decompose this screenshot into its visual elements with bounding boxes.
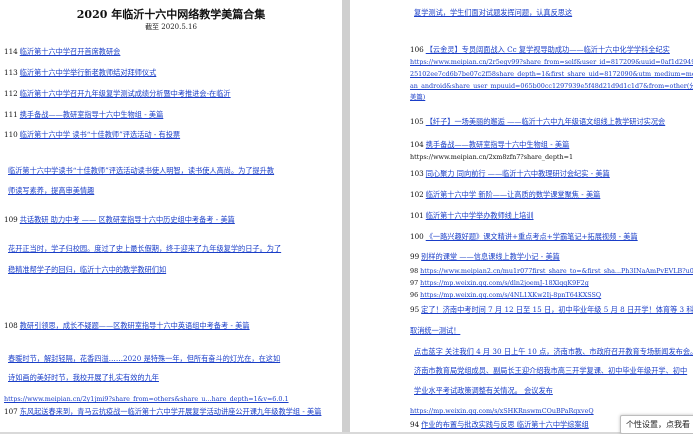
list-item-excerpt[interactable]: 济南市教育局党组成员、副局长王迎介绍我市高三开学复课、初中毕业年级开学、初中 xyxy=(414,366,687,376)
list-item-excerpt[interactable]: 复学测试，学生们面对试题发挥问题，认真反思这 xyxy=(414,8,572,18)
list-item[interactable]: 109 共话教研 助力中考 —— 区教研室指导十六中历史组中考备考 - 美篇 xyxy=(4,215,235,225)
list-item[interactable]: 104 携手备战——教研室指导十六中生物组 - 美篇 xyxy=(410,140,569,150)
item-link[interactable]: 《一路兴趣好题》课文精讲+重点考点+学霸笔记+拓展视频 - 美篇 xyxy=(426,232,638,241)
item-link[interactable]: 同心聚力 同向前行 ——临沂十六中教理研讨会纪实 - 美篇 xyxy=(426,169,610,178)
item-url[interactable]: 美篇) xyxy=(410,92,425,102)
list-item[interactable]: 106 【云金灵】专员阔面战入 Cc 复学视导助成功——临沂十六中化学学科全纪实 xyxy=(410,45,670,55)
item-link[interactable]: 临沂第十六中学 新阶——让高质的数学课堂聚焦 - 美篇 xyxy=(426,190,601,199)
item-link[interactable]: 携手备战——教研室指导十六中生物组 - 美篇 xyxy=(20,110,164,119)
document-page-right: 复学测试，学生们面对试题发挥问题，认真反思这 106 【云金灵】专员阔面战入 Cc… xyxy=(350,0,693,432)
list-item-excerpt[interactable]: 取消统一测试！ xyxy=(410,326,460,336)
list-item[interactable]: 97 https://mp.weixin.qq.com/s/dln2joemJ-1… xyxy=(410,278,589,288)
list-item[interactable]: 96 https://mp.weixin.qq.com/s/4NL1XKw2Ij-… xyxy=(410,290,601,300)
item-link[interactable]: 定了！济南中考时间 7 月 12 日至 15 日，初中毕业年级 5 月 8 日开… xyxy=(421,305,693,314)
item-link[interactable]: 教研引领思，成长不疑题——区教研室指导十六中英语组中考备考 - 美篇 xyxy=(20,321,250,330)
list-item-excerpt[interactable]: 点击蓝字 关注我们 4 月 30 日上午 10 点，济南市教、市政府召开教育专场… xyxy=(414,347,693,357)
item-link[interactable]: 临沂第十六中学召开九年级复学测试成绩分析暨中考推进会-在临沂 xyxy=(20,89,231,98)
item-link[interactable]: 作业的布置与批改实践与反思 临沂第十六中学综案组 xyxy=(421,420,589,429)
document-title: 2020 年临沂十六中网络教学美篇合集 xyxy=(76,8,266,21)
item-url[interactable]: an_android&share_user_mpuuid=065b00cc129… xyxy=(410,81,693,91)
list-item[interactable]: 107 东风起送春来到，青马云抗疫战一临沂第十六中学开展复学活动讲座公开课九年级教… xyxy=(4,407,321,417)
list-item[interactable]: 100 《一路兴趣好题》课文精讲+重点考点+学霸笔记+拓展视频 - 美篇 xyxy=(410,232,638,242)
list-item[interactable]: 111 携手备战——教研室指导十六中生物组 - 美篇 xyxy=(4,110,163,120)
item-url[interactable]: https://mp.weixin.qq.com/s/xSHKRnswmCOuB… xyxy=(410,406,594,416)
list-item-excerpt[interactable]: 花开正当时，学子归校园。度过了史上最长假期，终于迎来了九年级复学的日子。为了 xyxy=(8,244,281,254)
list-item-excerpt[interactable]: 春暖时节，解封轻隔，花香四溢……2020 是特殊一年，但所有奋斗的灯光在，在这如 xyxy=(8,354,280,364)
item-link[interactable]: 【云金灵】专员阔面战入 Cc 复学视导助成功——临沂十六中化学学科全纪实 xyxy=(426,45,670,54)
list-item[interactable]: 108 教研引领思，成长不疑题——区教研室指导十六中英语组中考备考 - 美篇 xyxy=(4,321,250,331)
item-link[interactable]: 别样的课堂 ——信息课线上教学小记 - 美篇 xyxy=(421,252,560,261)
list-item[interactable]: 112 临沂第十六中学召开九年级复学测试成绩分析暨中考推进会-在临沂 xyxy=(4,89,231,99)
list-item-excerpt[interactable]: 临沂第十六中学读书“十佳教师”评选活动读书使人明智，读书使人高尚。为了提升教 xyxy=(8,166,274,176)
page-gutter xyxy=(342,0,350,432)
item-url[interactable]: 25102ee7cd6b7be07c2f58share_depth=1&firs… xyxy=(410,69,693,79)
list-item-excerpt[interactable]: 师读写素养，提高审美情趣 xyxy=(8,186,94,196)
list-item[interactable]: 114 临沂第十六中学召开首席教研会 xyxy=(4,47,120,57)
list-item[interactable]: 94 作业的布置与批改实践与反思 临沂第十六中学综案组 xyxy=(410,420,589,430)
list-item[interactable]: 98 https://www.meipian2.cn/mu1r077first_s… xyxy=(410,266,693,276)
list-item-excerpt[interactable]: 稳精准帮学子的回归，临沂十六中的教学教研们如 xyxy=(8,265,166,275)
item-url[interactable]: https://www.meipian.cn/2xm8zfn7?share_de… xyxy=(410,152,573,162)
list-item[interactable]: 99 别样的课堂 ——信息课线上教学小记 - 美篇 xyxy=(410,252,560,262)
item-link[interactable]: 共话教研 助力中考 —— 区教研室指导十六中历史组中考备考 - 美篇 xyxy=(20,215,235,224)
item-link[interactable]: 临沂第十六中学举行新老教师结对拜师仪式 xyxy=(20,68,157,77)
document-subtitle: 截至 2020.5.16 xyxy=(145,23,197,31)
list-item[interactable]: 102 临沂第十六中学 新阶——让高质的数学课堂聚焦 - 美篇 xyxy=(410,190,600,200)
personalize-settings-toast[interactable]: 个性设置，点我看 xyxy=(620,415,693,434)
list-item[interactable]: 113 临沂第十六中学举行新老教师结对拜师仪式 xyxy=(4,68,156,78)
list-item[interactable]: 110 临沂第十六中学 读书“十佳教师”评选活动 - 有投票 xyxy=(4,130,180,140)
item-link[interactable]: 东风起送春来到，青马云抗疫战一临沂第十六中学开展复学活动讲座公开课九年级教学组 … xyxy=(20,407,322,416)
item-link[interactable]: 携手备战——教研室指导十六中生物组 - 美篇 xyxy=(426,140,570,149)
item-link[interactable]: 【纤子】一场美丽的邂逅 ——临沂十六中九年级语文组线上教学研讨实况会 xyxy=(426,117,665,126)
list-item-excerpt[interactable]: 学业水平考试政策调整有关情况。 会议发布 xyxy=(414,386,553,396)
document-page-left: 2020 年临沂十六中网络教学美篇合集 截至 2020.5.16 114 临沂第十… xyxy=(0,0,342,432)
list-item[interactable]: 95 定了！济南中考时间 7 月 12 日至 15 日，初中毕业年级 5 月 8 … xyxy=(410,305,693,315)
list-item-excerpt[interactable]: 诗如画的美好时节，我校开展了扎实有效的九年 xyxy=(8,373,159,383)
item-link[interactable]: 临沂第十六中学 读书“十佳教师”评选活动 - 有投票 xyxy=(20,130,180,139)
list-item[interactable]: 103 同心聚力 同向前行 ——临沂十六中教理研讨会纪实 - 美篇 xyxy=(410,169,610,179)
item-link[interactable]: 临沂第十六中学举办教师线上培训 xyxy=(426,211,534,220)
list-item[interactable]: 105 【纤子】一场美丽的邂逅 ——临沂十六中九年级语文组线上教学研讨实况会 xyxy=(410,117,665,127)
list-item[interactable]: 101 临沂第十六中学举办教师线上培训 xyxy=(410,211,534,221)
item-link[interactable]: 临沂第十六中学召开首席教研会 xyxy=(20,47,121,56)
item-url[interactable]: https://www.meipian.cn/2r5egv99?share_fr… xyxy=(410,57,693,67)
item-url[interactable]: https://www.meipian.cn/2y1jmi9?share_fro… xyxy=(4,394,289,404)
